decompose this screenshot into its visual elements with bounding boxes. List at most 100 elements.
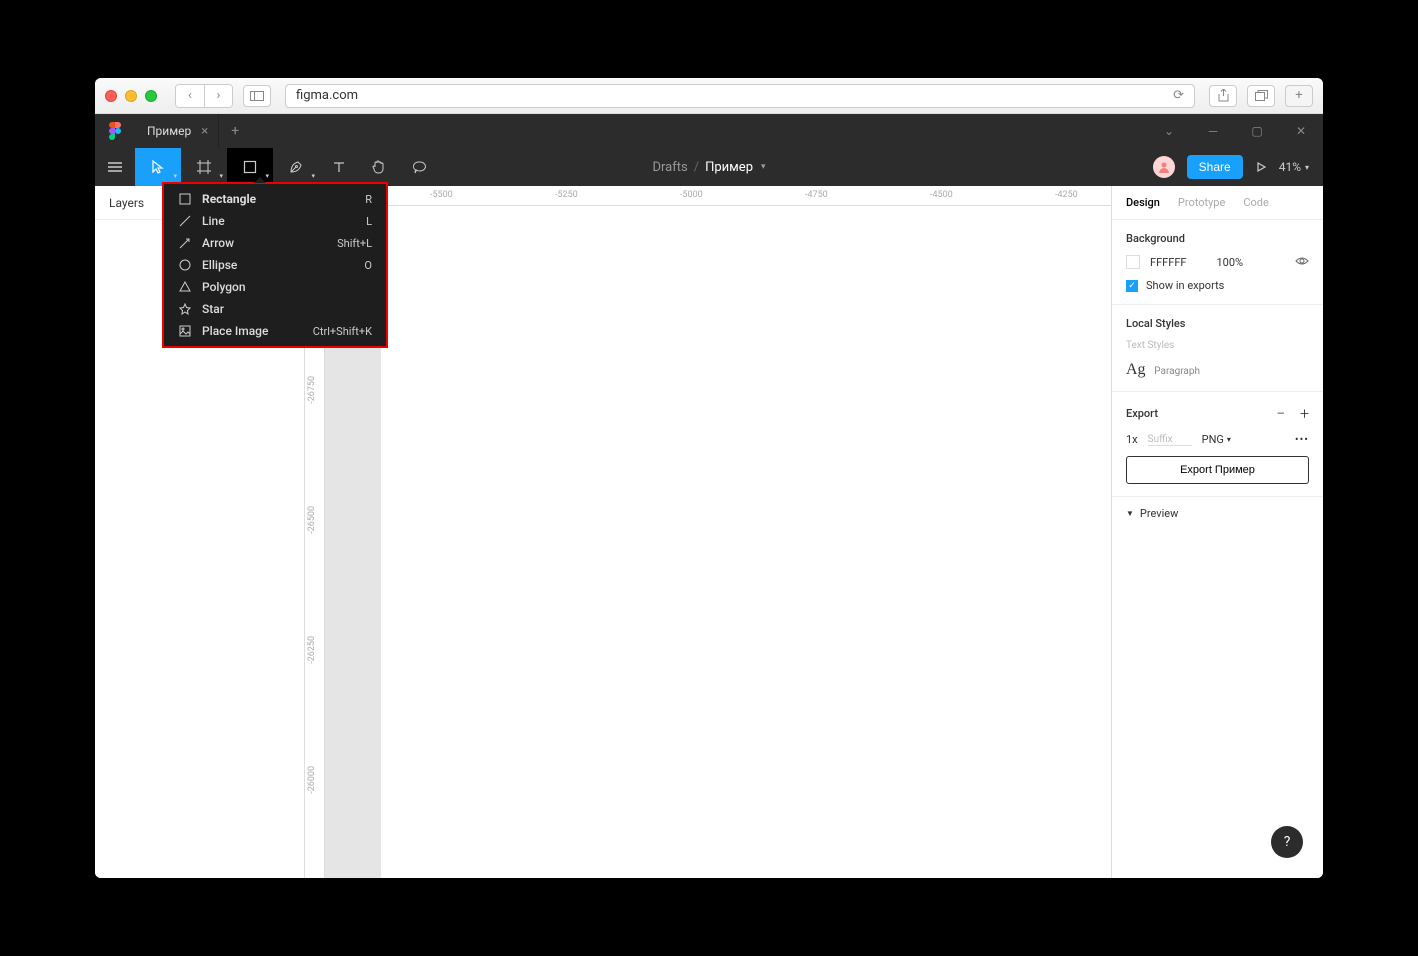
figma-logo-icon bbox=[109, 122, 121, 140]
visibility-toggle[interactable] bbox=[1295, 256, 1309, 269]
shape-place-image-item[interactable]: Place Image Ctrl+Shift+K bbox=[164, 320, 386, 342]
preview-row[interactable]: ▼ Preview bbox=[1112, 497, 1323, 530]
show-in-exports-checkbox[interactable]: ✓ bbox=[1126, 280, 1138, 292]
shape-rectangle-item[interactable]: Rectangle R bbox=[164, 188, 386, 210]
avatar[interactable] bbox=[1153, 156, 1175, 178]
new-tab-browser-button[interactable]: + bbox=[1285, 85, 1313, 107]
maximize-window-button[interactable] bbox=[145, 90, 157, 102]
minimize-window-button[interactable] bbox=[125, 90, 137, 102]
shape-arrow-item[interactable]: Arrow Shift+L bbox=[164, 232, 386, 254]
export-button[interactable]: Export Пример bbox=[1126, 456, 1309, 484]
export-format-label: PNG bbox=[1202, 433, 1224, 446]
breadcrumb-separator: / bbox=[694, 160, 699, 175]
shape-item-label: Polygon bbox=[202, 280, 246, 294]
help-button[interactable]: ? bbox=[1271, 826, 1303, 858]
shape-item-label: Star bbox=[202, 302, 224, 316]
reload-icon[interactable]: ⟳ bbox=[1173, 88, 1184, 103]
ruler-tick: -5000 bbox=[680, 190, 703, 200]
sidebar-icon bbox=[250, 91, 264, 101]
close-window-button[interactable] bbox=[105, 90, 117, 102]
present-button[interactable] bbox=[1255, 161, 1267, 173]
ruler-tick: -5250 bbox=[555, 190, 578, 200]
move-tool[interactable]: ▾ bbox=[135, 148, 181, 186]
export-format-select[interactable]: PNG ▾ bbox=[1202, 433, 1231, 446]
show-in-exports-row[interactable]: ✓ Show in exports bbox=[1126, 279, 1309, 292]
bg-opacity-value[interactable]: 100% bbox=[1216, 256, 1243, 269]
tab-code[interactable]: Code bbox=[1243, 196, 1268, 209]
frame-tool[interactable]: ▾ bbox=[181, 148, 227, 186]
export-actions: − + bbox=[1276, 404, 1309, 423]
background-row: FFFFFF 100% bbox=[1126, 255, 1309, 269]
ruler-tick: -4500 bbox=[930, 190, 953, 200]
frame-icon bbox=[197, 160, 211, 174]
export-title: Export − + bbox=[1126, 404, 1309, 423]
shape-item-shortcut: Ctrl+Shift+K bbox=[313, 325, 372, 338]
color-swatch[interactable] bbox=[1126, 255, 1140, 269]
canvas-inner[interactable] bbox=[325, 206, 1111, 878]
canvas-area[interactable]: -5500 -5250 -5000 -4750 -4500 -4250 -400… bbox=[305, 186, 1111, 878]
share-browser-button[interactable] bbox=[1209, 85, 1237, 107]
bg-hex-value[interactable]: FFFFFF bbox=[1150, 256, 1186, 269]
shape-item-shortcut: L bbox=[366, 215, 372, 228]
shape-polygon-item[interactable]: Polygon bbox=[164, 276, 386, 298]
cursor-icon bbox=[151, 160, 165, 174]
shape-item-shortcut: O bbox=[364, 259, 372, 272]
properties-tabs: Design Prototype Code bbox=[1112, 186, 1323, 220]
line-icon bbox=[178, 214, 192, 228]
export-more-button[interactable]: ••• bbox=[1295, 433, 1309, 446]
sidebar-toggle-button[interactable] bbox=[243, 85, 271, 107]
minimize-native-button[interactable]: ─ bbox=[1191, 114, 1235, 148]
canvas-page[interactable] bbox=[381, 206, 1111, 878]
file-tab[interactable]: Пример × bbox=[135, 114, 219, 148]
close-native-button[interactable]: ✕ bbox=[1279, 114, 1323, 148]
titlebar-right: + bbox=[1209, 85, 1313, 107]
chevron-down-icon[interactable]: ⌄ bbox=[1147, 114, 1191, 148]
export-scale[interactable]: 1x bbox=[1126, 433, 1138, 446]
text-style-item[interactable]: Ag Paragraph bbox=[1126, 361, 1309, 379]
file-tab-label: Пример bbox=[147, 124, 191, 138]
tab-design[interactable]: Design bbox=[1126, 196, 1160, 209]
chevron-down-icon: ▾ bbox=[761, 162, 766, 172]
layers-tab-label[interactable]: Layers bbox=[109, 196, 144, 210]
comment-tool[interactable] bbox=[399, 148, 439, 186]
background-section: Background FFFFFF 100% ✓ Show in exports bbox=[1112, 220, 1323, 305]
hamburger-icon bbox=[108, 162, 122, 172]
show-in-exports-label: Show in exports bbox=[1146, 279, 1224, 292]
main-menu-button[interactable] bbox=[95, 162, 135, 172]
rectangle-icon bbox=[243, 160, 257, 174]
new-file-tab-button[interactable]: + bbox=[219, 123, 251, 139]
shape-tool[interactable]: ▾ bbox=[227, 148, 273, 186]
export-suffix-input[interactable]: Suffix bbox=[1148, 434, 1192, 446]
text-tool[interactable] bbox=[319, 148, 359, 186]
zoom-control[interactable]: 41% ▾ bbox=[1279, 160, 1309, 174]
back-button[interactable]: ‹ bbox=[176, 85, 204, 107]
url-bar[interactable]: figma.com ⟳ bbox=[285, 84, 1195, 108]
close-tab-icon[interactable]: × bbox=[201, 124, 208, 139]
maximize-native-button[interactable]: ▢ bbox=[1235, 114, 1279, 148]
shape-line-item[interactable]: Line L bbox=[164, 210, 386, 232]
pen-icon bbox=[288, 159, 304, 175]
figma-toolbar: ▾ ▾ ▾ ▾ Drafts / Пример ▾ bbox=[95, 148, 1323, 186]
tab-prototype[interactable]: Prototype bbox=[1178, 196, 1225, 209]
rectangle-icon bbox=[178, 192, 192, 206]
play-icon bbox=[1255, 161, 1267, 173]
eye-icon bbox=[1295, 256, 1309, 266]
shape-item-shortcut: Shift+L bbox=[337, 237, 372, 250]
ruler-tick: -26500 bbox=[307, 506, 317, 534]
remove-export-button[interactable]: − bbox=[1276, 404, 1285, 423]
window-controls bbox=[105, 90, 157, 102]
share-button[interactable]: Share bbox=[1187, 155, 1243, 179]
hand-tool[interactable] bbox=[359, 148, 399, 186]
add-export-button[interactable]: + bbox=[1300, 404, 1309, 423]
pen-tool[interactable]: ▾ bbox=[273, 148, 319, 186]
figma-logo[interactable] bbox=[95, 114, 135, 148]
text-styles-label: Text Styles bbox=[1126, 340, 1309, 351]
tabs-browser-button[interactable] bbox=[1247, 85, 1275, 107]
shape-item-label: Place Image bbox=[202, 324, 268, 338]
shape-item-label: Ellipse bbox=[202, 258, 237, 272]
breadcrumb[interactable]: Drafts / Пример ▾ bbox=[652, 160, 765, 175]
forward-button[interactable]: › bbox=[204, 85, 232, 107]
shape-star-item[interactable]: Star bbox=[164, 298, 386, 320]
chevron-down-icon: ▾ bbox=[1305, 163, 1309, 172]
shape-ellipse-item[interactable]: Ellipse O bbox=[164, 254, 386, 276]
